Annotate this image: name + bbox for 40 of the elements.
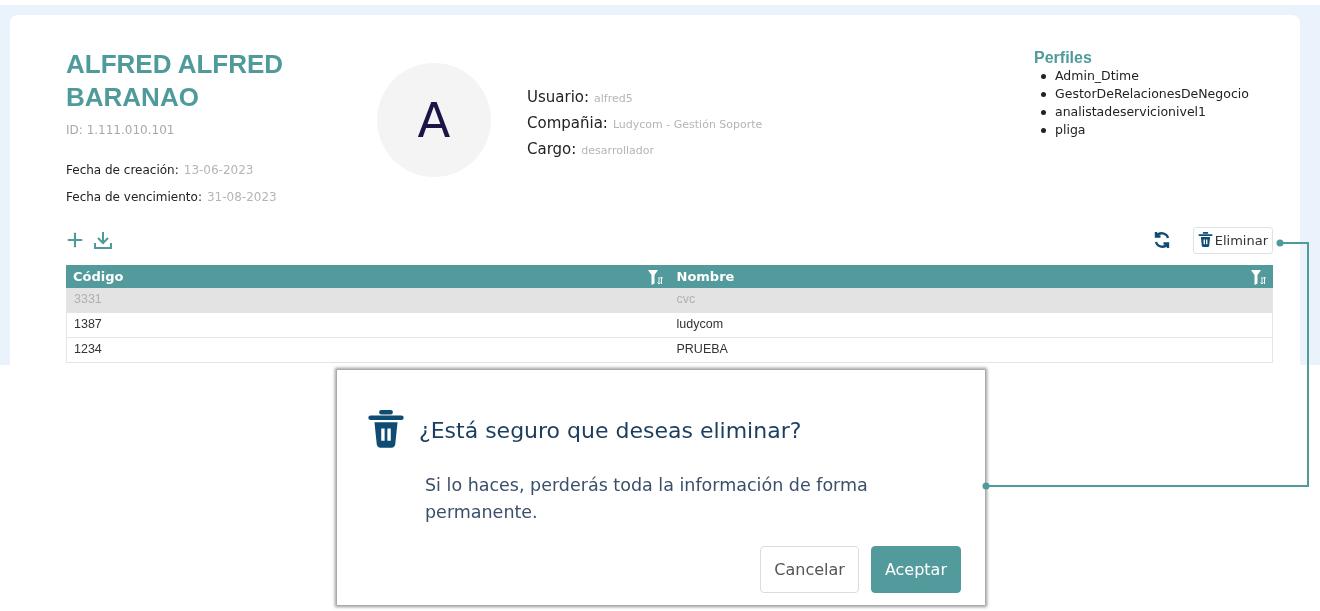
download-icon[interactable]: [93, 230, 113, 250]
table-cell-text: PRUEBA: [675, 341, 729, 358]
add-icon[interactable]: [66, 231, 84, 249]
user-name: ALFRED ALFRED BARANAO: [66, 48, 285, 114]
trash-icon: [367, 410, 405, 450]
field-value: 31-08-2023: [206, 189, 277, 205]
field-label: Fecha de creación:: [66, 162, 179, 178]
table-row[interactable]: 1234 PRUEBA: [66, 338, 1273, 363]
trash-icon: [1197, 232, 1213, 248]
user-id: ID: 1.111.010.101: [66, 123, 176, 137]
column-title: Código: [73, 269, 124, 284]
bullet-icon: [1041, 109, 1046, 115]
bullet-icon: [1041, 127, 1046, 133]
table-cell-text: 1234: [73, 341, 103, 358]
delete-button[interactable]: Eliminar: [1192, 226, 1273, 254]
column-title: Nombre: [676, 269, 735, 284]
field-label: Fecha de vencimiento:: [66, 189, 202, 205]
field-label: Usuario:: [527, 88, 590, 106]
dialog-title: ¿Está seguro que deseas eliminar?: [419, 417, 802, 443]
filter-icon[interactable]: [646, 268, 663, 285]
field-value: alfred5: [594, 92, 633, 105]
profiles-title: Perfiles: [1034, 49, 1093, 67]
table-cell-text: 1387: [73, 316, 103, 333]
field-value: 13-06-2023: [183, 162, 254, 178]
field-value: desarrollador: [581, 144, 654, 157]
profile-item: Admin_Dtime: [1055, 67, 1139, 85]
dialog-message: Si lo haces, perderás toda la información de forma permanente.: [425, 474, 869, 524]
avatar: A: [377, 63, 491, 177]
profile-item: GestorDeRelacionesDeNegocio: [1055, 85, 1249, 103]
profile-item: analistadeservicionivel1: [1055, 103, 1206, 121]
table-row[interactable]: 1387 ludycom: [66, 313, 1273, 338]
cancel-button[interactable]: Cancelar: [760, 546, 859, 593]
bullet-icon: [1041, 91, 1046, 97]
bullet-icon: [1041, 73, 1046, 79]
table-cell-text: ludycom: [675, 316, 725, 333]
profile-item: pliga: [1055, 121, 1086, 139]
field-value: Ludycom - Gestión Soporte: [612, 118, 763, 131]
filter-icon[interactable]: [1250, 268, 1266, 285]
field-label: Compañia:: [527, 114, 608, 132]
field-label: Cargo:: [527, 140, 577, 158]
